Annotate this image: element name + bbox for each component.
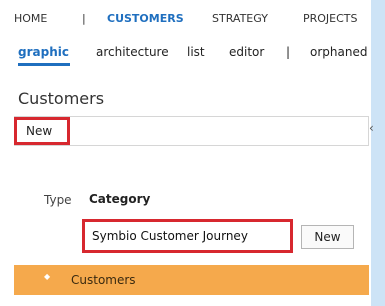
tab-architecture[interactable]: architecture (96, 45, 169, 59)
main-panel: HOME | CUSTOMERS STRATEGY PROJECTS graph… (0, 0, 374, 306)
chevron-left-icon[interactable]: ‹ (369, 121, 374, 135)
tab-orphaned[interactable]: orphaned (310, 45, 367, 59)
tab-graphic[interactable]: graphic (18, 45, 69, 59)
nav-strategy[interactable]: STRATEGY (212, 12, 268, 25)
active-tab-underline (18, 63, 70, 66)
category-name-input[interactable]: Symbio Customer Journey (82, 219, 293, 253)
type-label: Type (44, 193, 72, 207)
bullet-icon: ◆ (44, 272, 51, 281)
nav-home[interactable]: HOME (14, 12, 47, 25)
top-navigation: HOME | CUSTOMERS STRATEGY PROJECTS (0, 9, 371, 31)
nav-projects[interactable]: PROJECTS (303, 12, 358, 25)
nav-separator: | (82, 12, 86, 25)
tree-item-label: Customers (71, 273, 136, 287)
tab-list[interactable]: list (187, 45, 205, 59)
page-title: Customers (18, 89, 105, 108)
type-value: Category (89, 192, 151, 206)
view-tabs: graphic architecture list editor | orpha… (0, 39, 371, 66)
new-tab-button[interactable]: New (14, 117, 70, 145)
nav-customers[interactable]: CUSTOMERS (107, 12, 184, 25)
tree-item-customers[interactable]: ◆ Customers (14, 265, 369, 295)
new-button[interactable]: New (301, 225, 354, 249)
tab-separator: | (286, 45, 291, 59)
tab-editor[interactable]: editor (229, 45, 264, 59)
